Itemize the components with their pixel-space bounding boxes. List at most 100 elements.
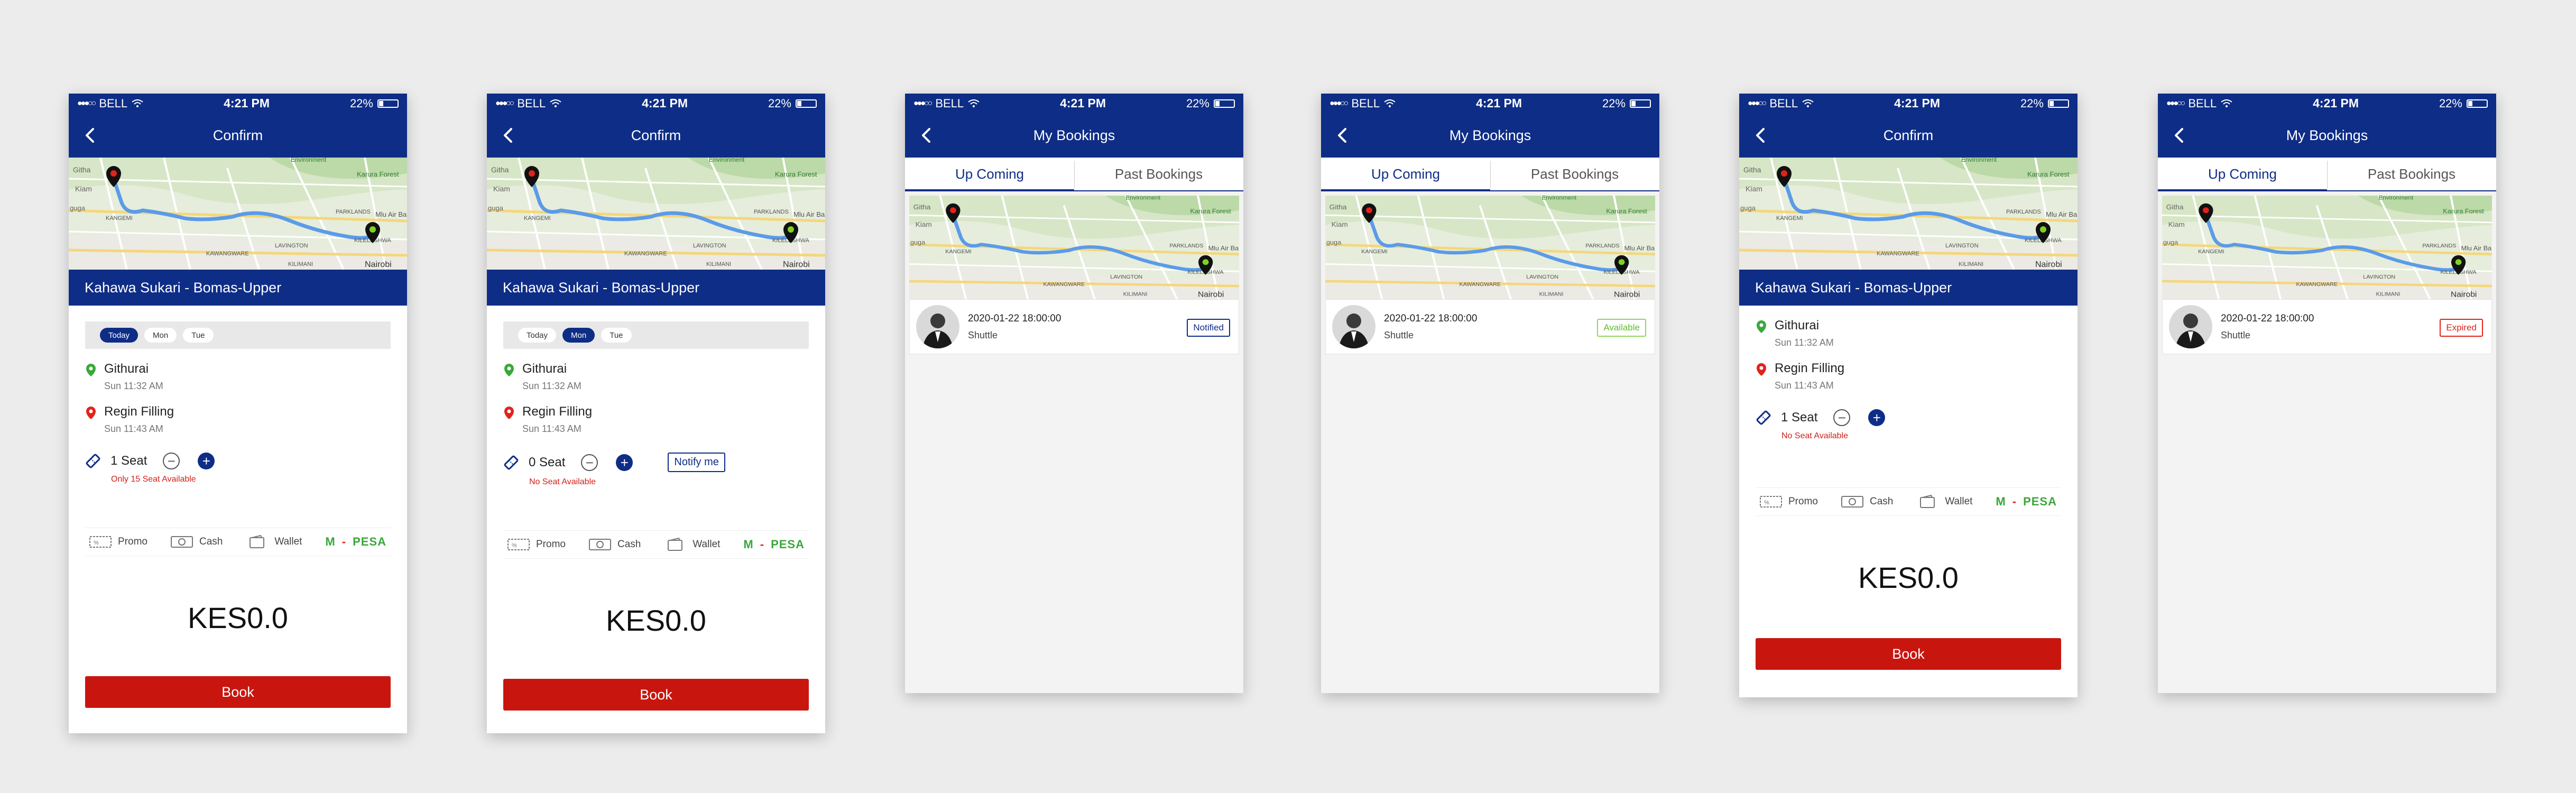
map-label: Githa: [1743, 165, 1761, 174]
back-arrow-icon[interactable]: [1336, 127, 1351, 144]
battery-icon: [1213, 99, 1235, 108]
battery-percent: 22%: [1602, 96, 1626, 110]
page-title: Confirm: [213, 127, 263, 143]
wallet-option[interactable]: Wallet: [246, 535, 302, 549]
day-chip[interactable]: Today: [100, 328, 139, 343]
ticket-icon: [504, 455, 519, 469]
tab-upcoming[interactable]: Up Coming: [905, 158, 1074, 191]
carrier-label: BELL: [517, 96, 546, 110]
day-chip[interactable]: Tue: [183, 328, 214, 343]
route-map[interactable]: Githa Kiam Environment Karura Forest Nai…: [909, 196, 1239, 299]
decrease-seat-button[interactable]: −: [581, 454, 598, 471]
route-map[interactable]: Githa Kiam Environment Karura Forest Nai…: [2162, 196, 2492, 299]
origin-pin-icon: [86, 364, 96, 376]
book-button[interactable]: Book: [1756, 638, 2061, 670]
promo-option[interactable]: % Promo: [1760, 495, 1818, 509]
promo-option[interactable]: % Promo: [507, 538, 566, 551]
back-arrow-icon[interactable]: [2173, 127, 2187, 144]
route-map[interactable]: Githa Kiam Environment Karura Forest Nai…: [69, 158, 407, 270]
promo-option[interactable]: % Promo: [89, 535, 147, 549]
status-bar: ●●●○○ BELL 4:21 PM 22%: [1739, 94, 2078, 113]
wallet-option[interactable]: Wallet: [1916, 495, 1972, 509]
bookings-tabs: Up Coming Past Bookings: [1321, 158, 1659, 191]
status-time: 4:21 PM: [1894, 96, 1941, 110]
phone-screen: ●●●○○ BELL 4:21 PM 22% My Bookings Up Com…: [2158, 94, 2496, 693]
status-bar: ●●●○○ BELL 4:21 PM 22%: [69, 94, 407, 113]
nav-bar: My Bookings: [905, 113, 1243, 158]
signal-icon: ●●●○○: [913, 98, 932, 108]
cash-option[interactable]: Cash: [170, 535, 223, 549]
status-badge: Notified: [1187, 319, 1230, 337]
map-label: Githa: [73, 165, 91, 174]
map-label: KAWANGWARE: [1044, 282, 1085, 288]
booking-card[interactable]: 2020-01-22 18:00:00 Shuttle Expired: [2162, 299, 2492, 354]
wallet-option[interactable]: Wallet: [664, 538, 720, 551]
signal-icon: ●●●○○: [1748, 98, 1767, 108]
tab-upcoming[interactable]: Up Coming: [1321, 158, 1490, 191]
status-time: 4:21 PM: [642, 96, 688, 110]
map-label: Kiam: [2168, 220, 2185, 228]
day-chip[interactable]: Today: [518, 328, 557, 343]
route-map[interactable]: Githa Kiam Environment Karura Forest Nai…: [487, 158, 825, 270]
route-map[interactable]: Githa Kiam Environment Karura Forest Nai…: [1739, 158, 2078, 270]
day-selector: Today Mon Tue: [85, 321, 391, 349]
booking-card[interactable]: 2020-01-22 18:00:00 Shuttle Available: [1325, 299, 1655, 354]
route-map[interactable]: Githa Kiam Environment Karura Forest Nai…: [1325, 196, 1655, 299]
back-arrow-icon[interactable]: [920, 127, 935, 144]
booking-form: Today Mon Tue Githurai Sun 11:32 AM Regin Fil…: [69, 321, 407, 484]
mpesa-logo[interactable]: M - PESA: [325, 535, 386, 549]
increase-seat-button[interactable]: +: [1868, 409, 1886, 426]
map-label: KAWANGWARE: [206, 251, 249, 257]
battery-icon: [2047, 99, 2069, 108]
tab-past-bookings[interactable]: Past Bookings: [1490, 158, 1659, 190]
origin-stop: Githurai Sun 11:32 AM: [1756, 318, 2078, 348]
map-label: KILIMANI: [2376, 292, 2400, 298]
cash-icon: [588, 539, 611, 550]
origin-time: Sun 11:32 AM: [104, 381, 163, 391]
phone-screen: ●●●○○ BELL 4:21 PM 22% My Bookings Up Com…: [1321, 94, 1659, 693]
back-arrow-icon[interactable]: [1754, 127, 1769, 144]
decrease-seat-button[interactable]: −: [163, 453, 180, 469]
booking-type: Shuttle: [968, 329, 998, 340]
day-chip[interactable]: Mon: [144, 328, 177, 343]
cash-option[interactable]: Cash: [588, 538, 641, 551]
wallet-icon: [1920, 495, 1935, 508]
mpesa-logo[interactable]: M - PESA: [743, 538, 805, 551]
back-arrow-icon[interactable]: [502, 127, 516, 144]
notify-me-button[interactable]: Notify me: [668, 453, 725, 472]
nav-bar: Confirm: [1739, 113, 2078, 158]
tab-upcoming[interactable]: Up Coming: [2158, 158, 2327, 191]
booking-type: Shuttle: [2221, 329, 2251, 340]
tab-past-bookings[interactable]: Past Bookings: [1074, 158, 1243, 190]
svg-text:%: %: [94, 540, 99, 546]
cash-option[interactable]: Cash: [1841, 495, 1893, 509]
status-badge: Expired: [2440, 319, 2483, 337]
map-label: KILIMANI: [288, 261, 313, 268]
book-button[interactable]: Book: [85, 676, 391, 708]
decrease-seat-button[interactable]: −: [1833, 409, 1851, 426]
destination-stop: Regin Filling Sun 11:43 AM: [85, 404, 407, 435]
map-label: Mlu Air Ba: [793, 210, 825, 218]
increase-seat-button[interactable]: +: [198, 453, 215, 469]
promo-icon: %: [89, 536, 112, 548]
day-chip[interactable]: Tue: [601, 328, 632, 343]
back-arrow-icon[interactable]: [84, 127, 98, 144]
increase-seat-button[interactable]: +: [616, 454, 633, 471]
book-button[interactable]: Book: [503, 679, 809, 711]
seat-count: 1 Seat: [110, 454, 147, 468]
map-label: PARKLANDS: [1169, 243, 1203, 249]
tab-past-bookings[interactable]: Past Bookings: [2327, 158, 2496, 190]
map-label: Karura Forest: [1606, 208, 1647, 215]
map-label: guga: [910, 239, 925, 246]
battery-icon: [795, 99, 817, 108]
ticket-icon: [86, 454, 100, 468]
total-price: KES0.0: [188, 601, 288, 634]
day-chip[interactable]: Mon: [562, 328, 595, 343]
mpesa-logo[interactable]: M - PESA: [1996, 495, 2057, 509]
wallet-icon: [250, 535, 265, 548]
booking-card[interactable]: 2020-01-22 18:00:00 Shuttle Notified: [909, 299, 1239, 354]
map-container: Githa Kiam Environment Karura Forest Nai…: [69, 158, 407, 270]
map-label: PARKLANDS: [2422, 243, 2456, 249]
map-label: KANGEMI: [1361, 249, 1387, 255]
map-label: Karura Forest: [2443, 208, 2484, 215]
